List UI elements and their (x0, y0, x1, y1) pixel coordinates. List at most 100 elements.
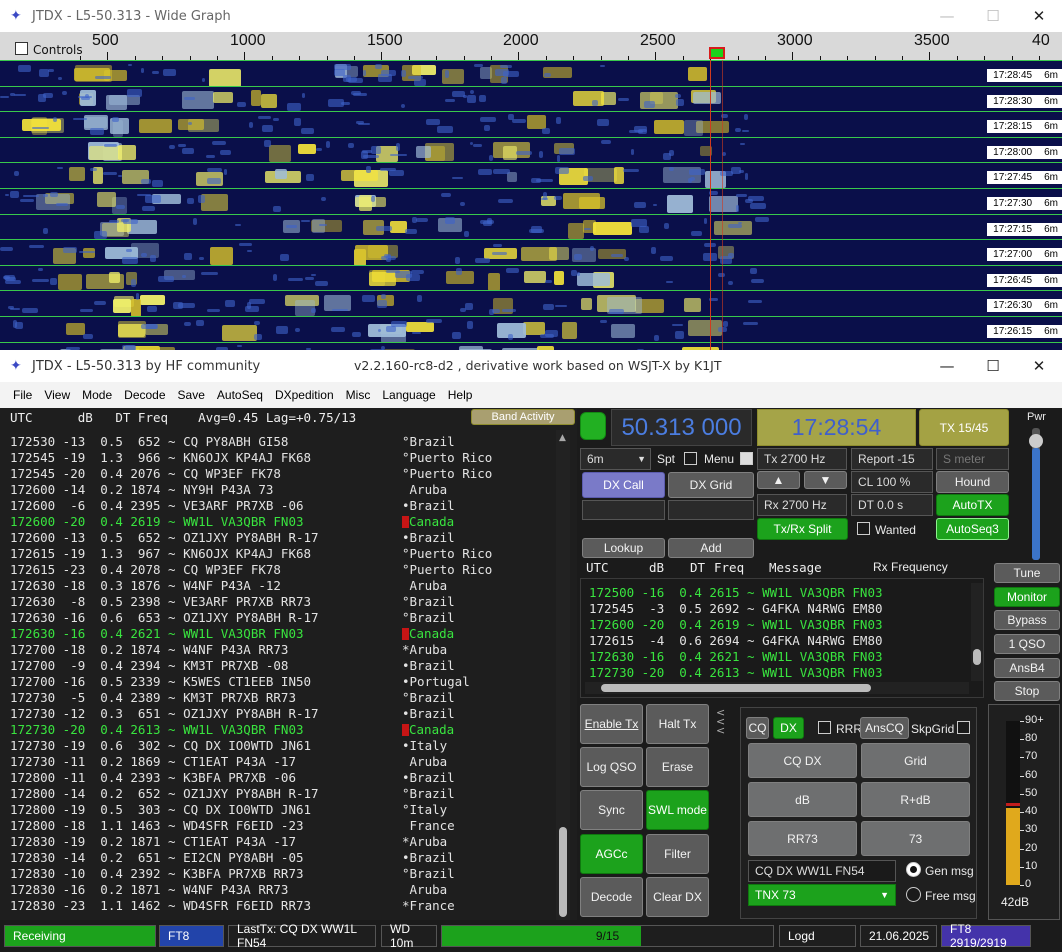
right-tune-button[interactable]: Tune (994, 563, 1060, 583)
band-activity-line[interactable]: 172730 -19 0.6 302 ~ CQ DX IO0WTD JN61 •I… (10, 738, 447, 754)
band-activity-line[interactable]: 172600 -13 0.5 652 ~ OZ1JXY PY8ABH R-17 •… (10, 530, 455, 546)
dx-grid-button[interactable]: DX Grid (668, 472, 754, 498)
frequency-ruler[interactable]: Controls 500 1000 1500 2000 2500 3000 3500 40 (0, 32, 1062, 60)
band-activity-line[interactable]: 172615 -23 0.4 2078 ~ CQ WP3EF FK78 °Puer… (10, 562, 492, 578)
dx-grid-input[interactable] (668, 500, 754, 520)
rrr-checkbox[interactable] (818, 721, 831, 734)
r-db-button[interactable]: R+dB (861, 782, 970, 817)
band-activity-line[interactable]: 172545 -19 1.3 966 ~ KN6OJX KP4AJ FK68 °P… (10, 450, 492, 466)
band-activity-line[interactable]: 172630 -18 0.3 1876 ~ W4NF P43A -12 Arub… (10, 578, 447, 594)
band-activity-line[interactable]: 172800 -18 1.1 1463 ~ WD4SFR F6EID -23 F… (10, 818, 455, 834)
band-activity-line[interactable]: 172830 -23 1.1 1462 ~ WD4SFR F6EID RR73 *… (10, 898, 455, 914)
swl-mode-button[interactable]: SWL mode (646, 790, 709, 830)
dx-call-button[interactable]: DX Call (582, 472, 665, 498)
band-activity-line[interactable]: 172830 -16 0.2 1871 ~ W4NF P43A RR73 Aru… (10, 882, 447, 898)
rx-frequency-line[interactable]: 172730 -20 0.4 2613 ~ WW1L VA3QBR FN03 (589, 665, 883, 681)
wide-graph-titlebar[interactable]: ✦ JTDX - L5-50.313 - Wide Graph — ☐ ✕ (0, 0, 1062, 32)
band-activity-scrollbar[interactable]: ▲ (556, 430, 570, 920)
band-activity-line[interactable]: 172830 -10 0.4 2392 ~ K3BFA PR7XB RR73 °B… (10, 866, 455, 882)
tx-frequency-spinbox[interactable]: Tx 2700 Hz (757, 448, 847, 470)
rx-frequency-line[interactable]: 172630 -16 0.4 2621 ~ WW1L VA3QBR FN03 (589, 649, 883, 665)
dx-button[interactable]: DX (773, 717, 804, 739)
db-button[interactable]: dB (748, 782, 857, 817)
rr73-button[interactable]: RR73 (748, 821, 857, 856)
close-button[interactable]: ✕ (1016, 350, 1062, 382)
autoseq3-button[interactable]: AutoSeq3 (936, 518, 1009, 540)
band-activity-line[interactable]: 172730 -11 0.2 1869 ~ CT1EAT P43A -17 Ar… (10, 754, 447, 770)
dt-spinbox[interactable]: DT 0.0 s (851, 494, 933, 516)
enable-tx-button[interactable]: Enable Tx (580, 704, 643, 744)
band-activity-line[interactable]: 172630 -16 0.4 2621 ~ WW1L VA3QBR FN03 Ca… (10, 626, 454, 642)
free-message-select[interactable]: TNX 73 ▼ (748, 884, 896, 906)
sync-button[interactable]: Sync (580, 790, 643, 830)
clear-dx-button[interactable]: Clear DX (646, 877, 709, 917)
menu-item[interactable]: View (38, 388, 76, 402)
generated-message-field[interactable]: CQ DX WW1L FN54 (748, 860, 896, 882)
menu-item[interactable]: AutoSeq (211, 388, 269, 402)
right-ansb4-button[interactable]: AnsB4 (994, 658, 1060, 678)
power-slider-handle[interactable] (1029, 434, 1043, 448)
lookup-button[interactable]: Lookup (582, 538, 665, 558)
band-activity-line[interactable]: 172630 -8 0.5 2398 ~ VE3ARF PR7XB RR73 °B… (10, 594, 455, 610)
right-monitor-button[interactable]: Monitor (994, 587, 1060, 607)
band-activity-line[interactable]: 172530 -13 0.5 652 ~ CQ PY8ABH GI58 °Braz… (10, 434, 455, 450)
band-activity-line[interactable]: 172700 -16 0.5 2339 ~ K5WES CT1EEB IN50 •… (10, 674, 470, 690)
s-meter-field[interactable]: S meter (936, 448, 1009, 470)
minimize-button[interactable]: — (924, 0, 970, 32)
band-activity-line[interactable]: 172830 -14 0.2 651 ~ EI2CN PY8ABH -05 •Br… (10, 850, 455, 866)
add-button[interactable]: Add (668, 538, 754, 558)
log-qso-button[interactable]: Log QSO (580, 747, 643, 787)
band-activity-button[interactable]: Band Activity (471, 409, 575, 425)
skpgrid-checkbox[interactable] (957, 721, 970, 734)
decode-button[interactable]: Decode (580, 877, 643, 917)
dial-frequency-display[interactable]: 50.313 000 (611, 409, 752, 446)
rx-frequency-marker[interactable] (709, 47, 725, 59)
erase-button[interactable]: Erase (646, 747, 709, 787)
band-activity-line[interactable]: 172600 -6 0.4 2395 ~ VE3ARF PR7XB -06 •Br… (10, 498, 455, 514)
close-button[interactable]: ✕ (1016, 0, 1062, 32)
report-spinbox[interactable]: Report -15 (851, 448, 933, 470)
rx-vertical-scrollbar[interactable] (971, 583, 983, 681)
tx-up-button[interactable]: ▲ (757, 471, 800, 489)
rx-frequency-line[interactable]: 172545 -3 0.5 2692 ~ G4FKA N4RWG EM80 (589, 601, 883, 617)
n73-button[interactable]: 73 (861, 821, 970, 856)
rx-frequency-spinbox[interactable]: Rx 2700 Hz (757, 494, 847, 516)
band-activity-line[interactable]: 172545 -20 0.4 2076 ~ CQ WP3EF FK78 °Puer… (10, 466, 492, 482)
menu-item[interactable]: Save (172, 388, 211, 402)
radio-status-indicator[interactable] (580, 412, 606, 440)
rx-frequency-line[interactable]: 172600 -20 0.4 2619 ~ WW1L VA3QBR FN03 (589, 617, 883, 633)
menu-item[interactable]: DXpedition (269, 388, 340, 402)
halt-tx-button[interactable]: Halt Tx (646, 704, 709, 744)
band-activity-line[interactable]: 172630 -16 0.6 653 ~ OZ1JXY PY8ABH R-17 °… (10, 610, 455, 626)
band-activity-line[interactable]: 172800 -14 0.2 652 ~ OZ1JXY PY8ABH R-17 °… (10, 786, 455, 802)
band-activity-line[interactable]: 172730 -20 0.4 2613 ~ WW1L VA3QBR FN03 Ca… (10, 722, 454, 738)
agcc-button[interactable]: AGCc (580, 834, 643, 874)
band-activity-line[interactable]: 172700 -9 0.4 2394 ~ KM3T PR7XB -08 •Braz… (10, 658, 455, 674)
txrx-split-button[interactable]: Tx/Rx Split (757, 518, 848, 540)
controls-checkbox[interactable] (15, 42, 28, 55)
band-activity-line[interactable]: 172800 -19 0.5 303 ~ CQ DX IO0WTD JN61 °I… (10, 802, 447, 818)
band-activity-line[interactable]: 172830 -19 0.2 1871 ~ CT1EAT P43A -17 *Ar… (10, 834, 447, 850)
right-bypass-button[interactable]: Bypass (994, 610, 1060, 630)
autotx-button[interactable]: AutoTX (936, 494, 1009, 516)
grid-button[interactable]: Grid (861, 743, 970, 778)
tx-period-button[interactable]: TX 15/45 (919, 409, 1009, 446)
spt-checkbox[interactable] (684, 452, 697, 465)
rx-frequency-line[interactable]: 172615 -4 0.6 2694 ~ G4FKA N4RWG EM80 (589, 633, 883, 649)
waterfall-display[interactable]: 17:28:45 6m 17:28:30 6m 17:28:15 6m 17:28:00 6m… (0, 60, 1062, 350)
menu-item[interactable]: Misc (340, 388, 377, 402)
free-msg-radio[interactable] (906, 887, 921, 902)
menu-item[interactable]: Mode (76, 388, 118, 402)
maximize-button[interactable]: ☐ (970, 350, 1016, 382)
band-activity-line[interactable]: 172600 -14 0.2 1874 ~ NY9H P43A 73 Aruba (10, 482, 447, 498)
scroll-thumb[interactable] (559, 827, 567, 917)
right-stop-button[interactable]: Stop (994, 681, 1060, 701)
band-activity-line[interactable]: 172615 -19 1.3 967 ~ KN6OJX KP4AJ FK68 °P… (10, 546, 492, 562)
hound-button[interactable]: Hound (936, 471, 1009, 493)
dx-call-input[interactable] (582, 500, 665, 520)
band-activity-line[interactable]: 172730 -5 0.4 2389 ~ KM3T PR7XB RR73 °Bra… (10, 690, 455, 706)
rx-horizontal-scrollbar[interactable] (585, 682, 969, 694)
rx-frequency-line[interactable]: 172500 -16 0.4 2615 ~ WW1L VA3QBR FN03 (589, 585, 883, 601)
right-1-qso-button[interactable]: 1 QSO (994, 634, 1060, 654)
menu-item[interactable]: Decode (118, 388, 171, 402)
